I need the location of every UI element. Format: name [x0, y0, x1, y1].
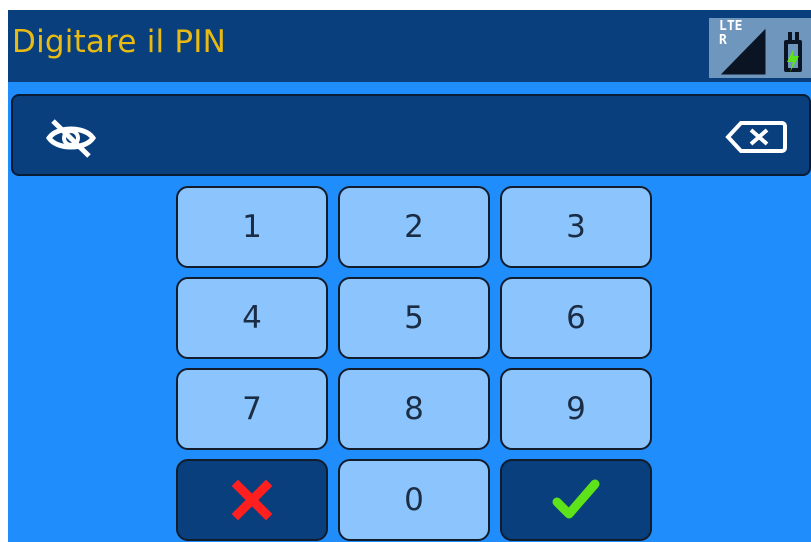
key-0[interactable]: 0: [338, 459, 490, 541]
key-2[interactable]: 2: [338, 186, 490, 268]
page-title: Digitare il PIN: [12, 24, 227, 60]
confirm-button[interactable]: [500, 459, 652, 541]
cancel-button[interactable]: [176, 459, 328, 541]
key-6[interactable]: 6: [500, 277, 652, 359]
key-8[interactable]: 8: [338, 368, 490, 450]
check-icon: [552, 479, 600, 519]
cross-icon: [231, 479, 273, 521]
eye-off-icon[interactable]: [43, 118, 99, 158]
key-1[interactable]: 1: [176, 186, 328, 268]
key-9[interactable]: 9: [500, 368, 652, 450]
pin-entry-screen: Digitare il PIN LTE R 1 2 3 4 5 6 7 8 9 …: [0, 0, 811, 542]
battery-charging-icon: [784, 32, 802, 72]
header-bar: Digitare il PIN LTE R: [8, 10, 811, 82]
key-5[interactable]: 5: [338, 277, 490, 359]
status-area: LTE R: [709, 18, 811, 78]
key-3[interactable]: 3: [500, 186, 652, 268]
key-7[interactable]: 7: [176, 368, 328, 450]
backspace-icon[interactable]: [725, 120, 787, 154]
pin-input-field[interactable]: [11, 94, 811, 176]
key-4[interactable]: 4: [176, 277, 328, 359]
signal-icon: [720, 28, 802, 75]
